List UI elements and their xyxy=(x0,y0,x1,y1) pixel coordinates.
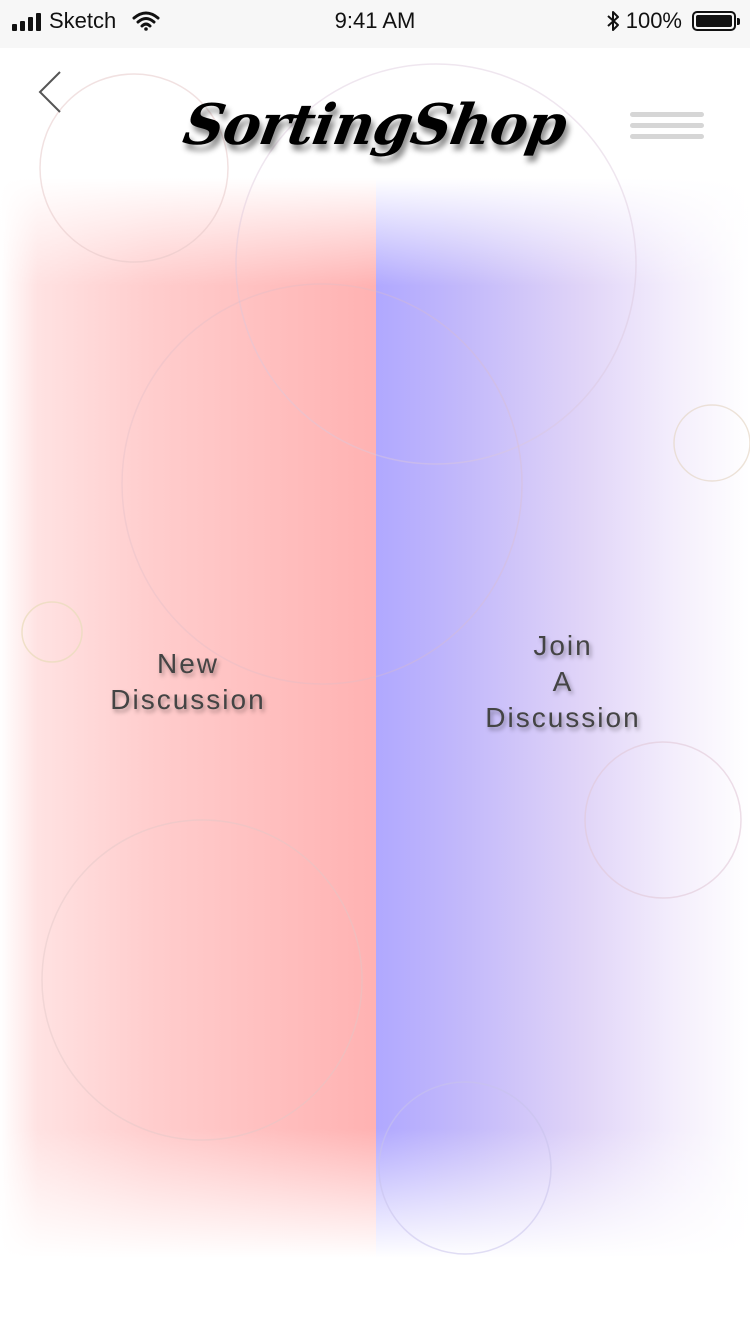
new-discussion-button[interactable]: New Discussion xyxy=(0,178,376,1258)
hamburger-menu-icon[interactable] xyxy=(630,112,704,146)
app-header: SortingShop xyxy=(0,48,750,178)
battery-icon xyxy=(692,11,740,31)
battery-percent: 100% xyxy=(625,8,682,33)
join-discussion-button[interactable]: Join A Discussion xyxy=(376,178,750,1258)
status-right: 100% xyxy=(606,8,740,34)
status-bar: Sketch 9:41 AM 100% xyxy=(0,0,750,48)
new-discussion-label: New Discussion xyxy=(110,648,266,715)
bluetooth-icon xyxy=(607,11,619,31)
join-discussion-label: Join A Discussion xyxy=(485,630,641,733)
